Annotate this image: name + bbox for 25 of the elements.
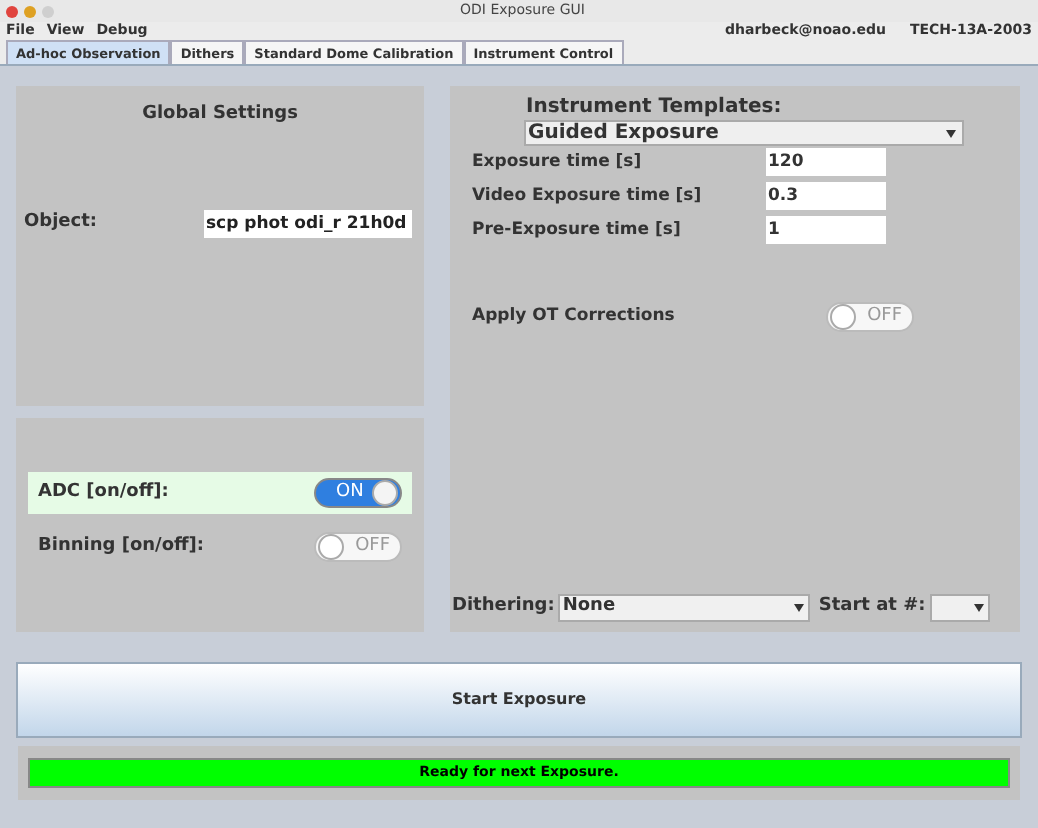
toggle-switch[interactable]: ON — [314, 478, 402, 508]
start-at-dropdown[interactable] — [929, 594, 990, 622]
caret-icon — [794, 604, 805, 612]
start-exposure-button[interactable]: Start Exposure — [16, 662, 1022, 738]
minimize-icon[interactable] — [24, 5, 36, 17]
dithering-dropdown[interactable]: None — [558, 594, 811, 622]
dithering-label: Dithering: — [452, 594, 555, 621]
object-field[interactable]: scp phot odi_r 21h0d — [204, 209, 412, 237]
field-label: Exposure time [s] — [472, 149, 642, 175]
close-icon[interactable] — [6, 5, 18, 17]
field-label: Object: — [24, 209, 98, 236]
switch-label: Binning [on/off]: — [38, 533, 205, 560]
templates-label: Instrument Templates: — [526, 96, 784, 120]
caret-icon — [946, 129, 956, 137]
panel-title: Global Settings — [142, 102, 298, 128]
template-dropdown[interactable]: Guided Exposure — [524, 120, 964, 146]
ot-corrections-label: Apply OT Corrections — [472, 304, 677, 330]
time-field[interactable]: 120 — [766, 148, 886, 176]
switch-label: ADC [on/off]: — [38, 479, 169, 506]
field-label: Pre-Exposure time [s] — [472, 217, 681, 243]
caret-icon — [973, 604, 984, 612]
time-field[interactable]: 1 — [766, 216, 886, 244]
time-field[interactable]: 0.3 — [766, 182, 886, 210]
field-label: Video Exposure time [s] — [472, 183, 702, 209]
start-at-label: Start at #: — [818, 594, 926, 621]
